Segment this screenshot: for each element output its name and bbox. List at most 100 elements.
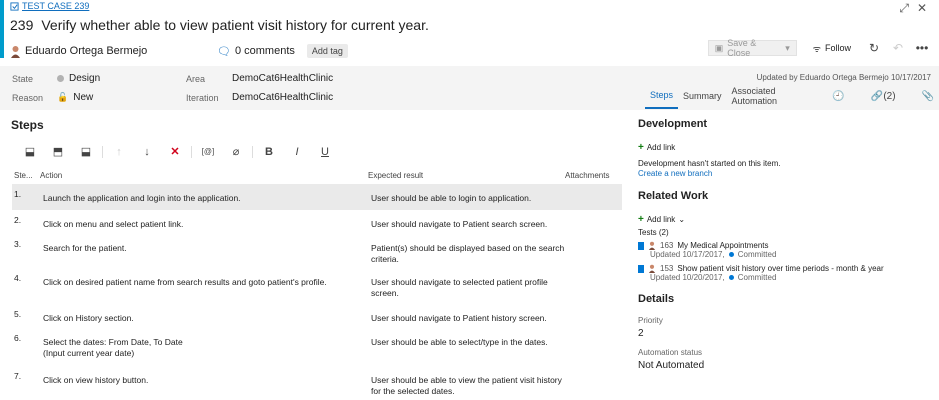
step-expected[interactable]: User should navigate to Patient history … [371,313,566,324]
tab-icons: 🕘 🔗 (2) 📎 [827,89,939,109]
refresh-icon[interactable]: ↻ [867,41,881,55]
links-count: (2) [883,90,896,102]
chevron-down-icon: ⌄ [678,215,686,224]
step-number: 3. [14,239,22,249]
step-expected[interactable]: User should navigate to selected patient… [371,277,566,299]
toolbar-actions: ▣ Save & Close ▾ ᯤ Follow ↻ ↶ ••• [707,38,929,58]
steps-heading: Steps [11,118,44,132]
step-action[interactable]: Select the dates: From Date, To Date (In… [43,337,363,359]
step-number: 5. [14,309,22,319]
col-expected-result[interactable]: Expected result [368,171,423,180]
tab-bar: Steps Summary Associated Automation 🕘 🔗 … [645,86,939,109]
work-item-title[interactable]: Verify whether able to view patient visi… [41,17,429,33]
italic-icon[interactable]: I [283,146,311,158]
step-number: 1. [14,189,22,199]
insert-step-icon[interactable]: ⬓ [16,145,44,158]
attachment-icon[interactable]: 📎 [917,89,939,109]
related-item[interactable]: 153 Show patient visit history over time… [638,264,938,282]
related-item-id: 153 [660,264,674,273]
updated-by: Updated by Eduardo Ortega Bermejo 10/17/… [756,73,931,82]
follow-icon: ᯤ [812,43,821,54]
step-action[interactable]: Click on view history button. [43,375,363,386]
underline-icon[interactable]: U [311,146,339,158]
create-branch-link[interactable]: Create a new branch [638,169,938,178]
related-item-updated: Updated 10/20/2017, [650,273,725,282]
step-action[interactable]: Click on desired patient name from searc… [43,277,363,288]
comments[interactable]: 🗨 0 comments Add tag [217,44,348,58]
chevron-down-icon[interactable]: ▾ [785,43,790,54]
close-icon[interactable]: ✕ [917,1,927,16]
insert-shared-steps-icon[interactable]: ⬒ [44,145,72,158]
col-action[interactable]: Action [40,171,62,180]
comment-icon: 🗨 [217,45,231,58]
side-panel: Development + Add link Development hasn'… [638,118,938,371]
step-action[interactable]: Click on menu and select patient link. [43,219,363,230]
assignee[interactable]: Eduardo Ortega Bermejo [10,45,147,58]
step-action[interactable]: Launch the application and login into th… [43,193,363,204]
test-case-icon [10,1,19,11]
step-number: 4. [14,273,22,283]
related-item-title[interactable]: Show patient visit history over time per… [677,264,883,273]
table-row[interactable]: 1. Launch the application and login into… [12,184,622,210]
link-icon: 🔗 [870,90,884,102]
table-row[interactable]: 3. Search for the patient. Patient(s) sh… [12,234,622,268]
iteration-field[interactable]: DemoCat6HealthClinic [232,92,333,103]
state-field[interactable]: Design [57,73,100,84]
more-icon[interactable]: ••• [915,41,929,55]
tab-links[interactable]: 🔗 (2) [866,89,901,109]
work-item-header: TEST CASE 239 ⤢ ✕ 239 Verify whether abl… [10,0,939,64]
table-row[interactable]: 2. Click on menu and select patient link… [12,210,622,234]
tab-summary[interactable]: Summary [678,89,727,109]
insert-parameter-icon[interactable]: [@] [194,147,222,156]
undo-icon[interactable]: ↶ [891,41,905,55]
toolbar-divider [191,145,192,158]
col-step-number[interactable]: Ste... [14,171,33,180]
table-row[interactable]: 4. Click on desired patient name from se… [12,268,622,304]
avatar [11,45,20,58]
lock-icon: 🔓 [57,92,69,102]
table-row[interactable]: 5. Click on History section. User should… [12,304,622,328]
development-heading: Development [638,118,708,130]
avatar [648,264,656,273]
state-value: Design [69,73,101,84]
history-icon[interactable]: 🕘 [827,89,849,109]
step-expected[interactable]: User should be able to login to applicat… [371,193,566,204]
development-add-link[interactable]: + Add link [638,142,938,153]
follow-button[interactable]: ᯤ Follow [807,42,857,55]
step-expected[interactable]: User should be able to select/type in th… [371,337,566,348]
attachment-icon[interactable]: ⌀ [222,145,250,158]
comments-count: 0 comments [234,45,295,57]
add-tag-button[interactable]: Add tag [306,44,348,58]
move-down-icon[interactable]: ↓ [133,146,161,158]
move-up-icon[interactable]: ↑ [105,146,133,158]
related-item[interactable]: 163 My Medical Appointments Updated 10/1… [638,241,938,259]
reason-label: Reason [12,93,44,103]
bold-icon[interactable]: B [255,146,283,158]
step-expected[interactable]: User should be able to view the patient … [371,375,566,397]
expand-icon[interactable]: ⤢ [899,1,909,16]
avatar [648,241,656,250]
table-row[interactable]: 7. Click on view history button. User sh… [12,366,622,400]
automation-status-field[interactable]: Not Automated [638,360,938,371]
priority-field[interactable]: 2 [638,328,938,339]
related-item-id: 163 [660,241,674,250]
create-shared-steps-icon[interactable]: ⬓ [72,145,100,158]
table-row[interactable]: 6. Select the dates: From Date, To Date … [12,328,622,366]
save-close-button[interactable]: ▣ Save & Close ▾ [707,38,797,58]
related-item-title[interactable]: My Medical Appointments [677,241,768,250]
related-add-link[interactable]: + Add link ⌄ [638,214,938,225]
step-expected[interactable]: User should navigate to Patient search s… [371,219,566,230]
area-field[interactable]: DemoCat6HealthClinic [232,73,333,84]
delete-step-icon[interactable]: ✕ [161,145,189,158]
tab-associated-automation[interactable]: Associated Automation [727,86,818,109]
test-case-link[interactable]: TEST CASE 239 [10,1,89,11]
area-label: Area [186,74,206,84]
reason-field[interactable]: 🔓 New [57,92,93,103]
col-attachments[interactable]: Attachments [565,171,609,180]
step-action[interactable]: Search for the patient. [43,243,363,254]
step-action[interactable]: Click on History section. [43,313,363,324]
page-title: 239 Verify whether able to view patient … [10,17,429,33]
tab-steps[interactable]: Steps [645,89,679,109]
development-message: Development hasn't started on this item. [638,159,781,168]
step-expected[interactable]: Patient(s) should be displayed based on … [371,243,566,265]
